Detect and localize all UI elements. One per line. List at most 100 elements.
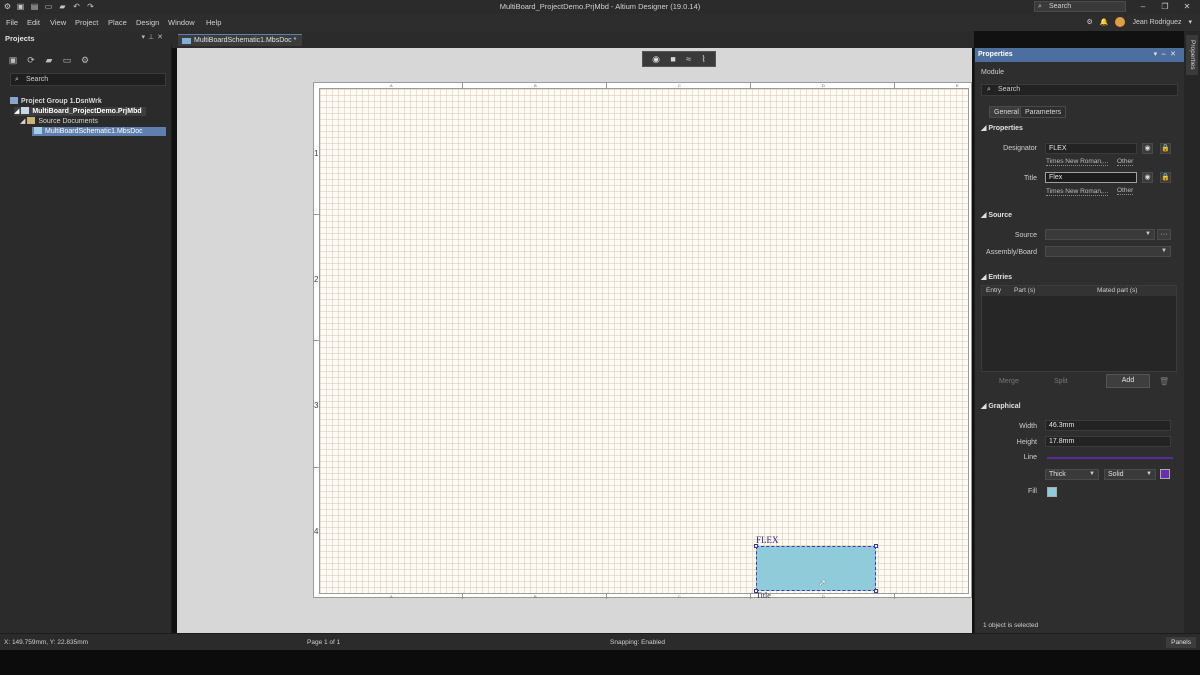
- refresh-icon[interactable]: ⟳: [26, 55, 36, 65]
- close-panel-icon[interactable]: ✕: [1170, 51, 1179, 58]
- entries-table[interactable]: Entry Part (s) Mated part (s): [981, 285, 1177, 372]
- designator-font-link[interactable]: Times New Roman,...: [1046, 158, 1109, 166]
- menu-edit[interactable]: Edit: [27, 18, 40, 27]
- resize-handle[interactable]: [874, 544, 878, 548]
- section-graphical-header[interactable]: ◢ Graphical: [981, 402, 1021, 410]
- tree-item-document[interactable]: MultiBoardSchematic1.MbsDoc: [32, 127, 166, 136]
- notifications-bell-icon[interactable]: 🔔: [1100, 18, 1109, 26]
- trash-icon[interactable]: 🗑: [1159, 377, 1169, 386]
- place-harness-icon[interactable]: ⌇: [701, 54, 705, 65]
- close-icon[interactable]: ✕: [1181, 1, 1193, 12]
- design-canvas[interactable]: ◉ ■ ≈ ⌇ 1 2 3 4 A B C D E A B C D FLEX T…: [177, 48, 972, 633]
- section-entries-header[interactable]: ◢ Entries: [981, 273, 1012, 281]
- open-folder-icon[interactable]: ▰: [44, 55, 54, 65]
- line-weight-dropdown[interactable]: Thick ▼: [1045, 469, 1099, 480]
- chevron-down-icon[interactable]: ▾: [1188, 18, 1192, 26]
- global-search-input[interactable]: ⌕ Search: [1034, 1, 1126, 12]
- zone-label-3: 3: [314, 401, 319, 410]
- schematic-doc-icon: [34, 127, 42, 134]
- chevron-down-icon: ▼: [1161, 248, 1167, 254]
- user-name[interactable]: Jean Rodriguez: [1132, 19, 1181, 26]
- projects-search-input[interactable]: ⌕ Search: [10, 73, 166, 86]
- menu-place[interactable]: Place: [108, 18, 127, 27]
- panels-button[interactable]: Panels: [1166, 637, 1196, 648]
- minimize-icon[interactable]: –: [1137, 1, 1149, 12]
- module-block[interactable]: [754, 544, 878, 593]
- tab-multiboard-schematic[interactable]: MultiBoardSchematic1.MbsDoc *: [178, 34, 303, 46]
- assembly-board-dropdown[interactable]: ▼: [1045, 246, 1171, 257]
- pin-icon[interactable]: ⊥: [148, 34, 157, 41]
- menu-help[interactable]: Help: [206, 18, 221, 27]
- screen-bottom-area: [0, 650, 1200, 675]
- fill-color-swatch[interactable]: [1047, 487, 1057, 497]
- module-title-label[interactable]: Title: [756, 591, 771, 600]
- source-dropdown[interactable]: ▼: [1045, 229, 1155, 240]
- tree-item-project[interactable]: ◢ MultiBoard_ProjectDemo.PrjMbd: [14, 107, 146, 116]
- lock-icon[interactable]: 🔒: [1160, 172, 1171, 183]
- properties-search-input[interactable]: ⌕ Search: [981, 84, 1178, 96]
- menu-file[interactable]: File: [6, 18, 18, 27]
- resize-handle[interactable]: [754, 544, 758, 548]
- tree-item-label: MultiBoard_ProjectDemo.PrjMbd: [32, 108, 142, 115]
- menu-design[interactable]: Design: [136, 18, 159, 27]
- lock-icon[interactable]: 🔒: [1160, 143, 1171, 154]
- title-other-link[interactable]: Other: [1117, 187, 1134, 195]
- tree-item-source-documents[interactable]: ◢ Source Documents: [20, 117, 98, 126]
- place-rectangle-icon[interactable]: ■: [670, 54, 675, 64]
- split-button[interactable]: Split: [1054, 375, 1068, 388]
- title-font-link[interactable]: Times New Roman,...: [1046, 188, 1109, 196]
- module-designator-label[interactable]: FLEX: [756, 535, 779, 545]
- menu-window[interactable]: Window: [168, 18, 195, 27]
- section-source-header[interactable]: ◢ Source: [981, 211, 1012, 219]
- folder-icon[interactable]: ▭: [62, 55, 72, 65]
- properties-panel: Properties ▾⇔✕ Module ⌕ Search General P…: [974, 48, 1185, 633]
- more-options-icon[interactable]: ···: [1157, 229, 1171, 240]
- zone-tick: [750, 594, 751, 599]
- column-header-entry[interactable]: Entry: [986, 287, 1001, 294]
- title-label: Title: [1024, 175, 1037, 182]
- place-module-icon[interactable]: ◉: [652, 54, 660, 65]
- designator-other-link[interactable]: Other: [1117, 158, 1134, 166]
- status-bar: X: 149.759mm, Y: 22.835mm Page 1 of 1 Sn…: [0, 633, 1200, 650]
- zone-tick: [750, 83, 751, 88]
- width-field[interactable]: 46.3mm: [1045, 420, 1171, 431]
- save-project-icon[interactable]: ▣: [8, 55, 18, 65]
- zone-label-b-bottom: B: [534, 594, 537, 599]
- add-entry-button[interactable]: Add: [1106, 374, 1150, 388]
- expand-arrow-icon[interactable]: ◢: [20, 118, 27, 125]
- settings-gear-icon[interactable]: ⚙: [1086, 18, 1092, 26]
- gear-icon[interactable]: ⚙: [80, 55, 90, 65]
- sheet-grid[interactable]: [319, 88, 969, 594]
- column-header-parts[interactable]: Part (s): [1014, 287, 1035, 294]
- menu-view[interactable]: View: [50, 18, 66, 27]
- tab-general[interactable]: General: [989, 106, 1024, 118]
- menu-project[interactable]: Project: [75, 18, 98, 27]
- zone-label-1: 1: [314, 149, 319, 158]
- visibility-eye-icon[interactable]: ◉: [1142, 143, 1153, 154]
- expand-arrow-icon[interactable]: ◢: [14, 108, 21, 115]
- folder-icon: [27, 117, 36, 124]
- close-panel-icon[interactable]: ✕: [157, 34, 166, 41]
- chevron-down-icon: ▼: [1145, 231, 1151, 237]
- height-field[interactable]: 17.8mm: [1045, 436, 1171, 447]
- side-tab-properties[interactable]: Properties: [1186, 35, 1198, 75]
- column-header-mated-parts[interactable]: Mated part (s): [1097, 287, 1137, 294]
- visibility-eye-icon[interactable]: ◉: [1142, 172, 1153, 183]
- tree-item-project-group[interactable]: Project Group 1.DsnWrk: [10, 97, 102, 106]
- merge-button[interactable]: Merge: [999, 375, 1019, 388]
- restore-icon[interactable]: ❐: [1159, 1, 1171, 12]
- tab-parameters[interactable]: Parameters: [1020, 106, 1067, 118]
- line-color-swatch[interactable]: [1160, 469, 1170, 479]
- schematic-sheet[interactable]: 1 2 3 4 A B C D E A B C D FLEX Title ➚: [313, 82, 972, 600]
- place-wire-icon[interactable]: ≈: [686, 54, 691, 64]
- title-field[interactable]: Flex: [1045, 172, 1137, 183]
- resize-handle[interactable]: [874, 589, 878, 593]
- assembly-board-label: Assembly/Board: [986, 249, 1037, 256]
- designator-field[interactable]: FLEX: [1045, 143, 1137, 154]
- properties-panel-title: Properties: [978, 51, 1013, 58]
- section-properties-header[interactable]: ◢ Properties: [981, 124, 1023, 132]
- avatar[interactable]: [1115, 17, 1126, 27]
- auto-hide-icon[interactable]: ⇔: [1160, 51, 1170, 58]
- designator-label: Designator: [1003, 145, 1037, 152]
- line-style-dropdown[interactable]: Solid ▼: [1104, 469, 1156, 480]
